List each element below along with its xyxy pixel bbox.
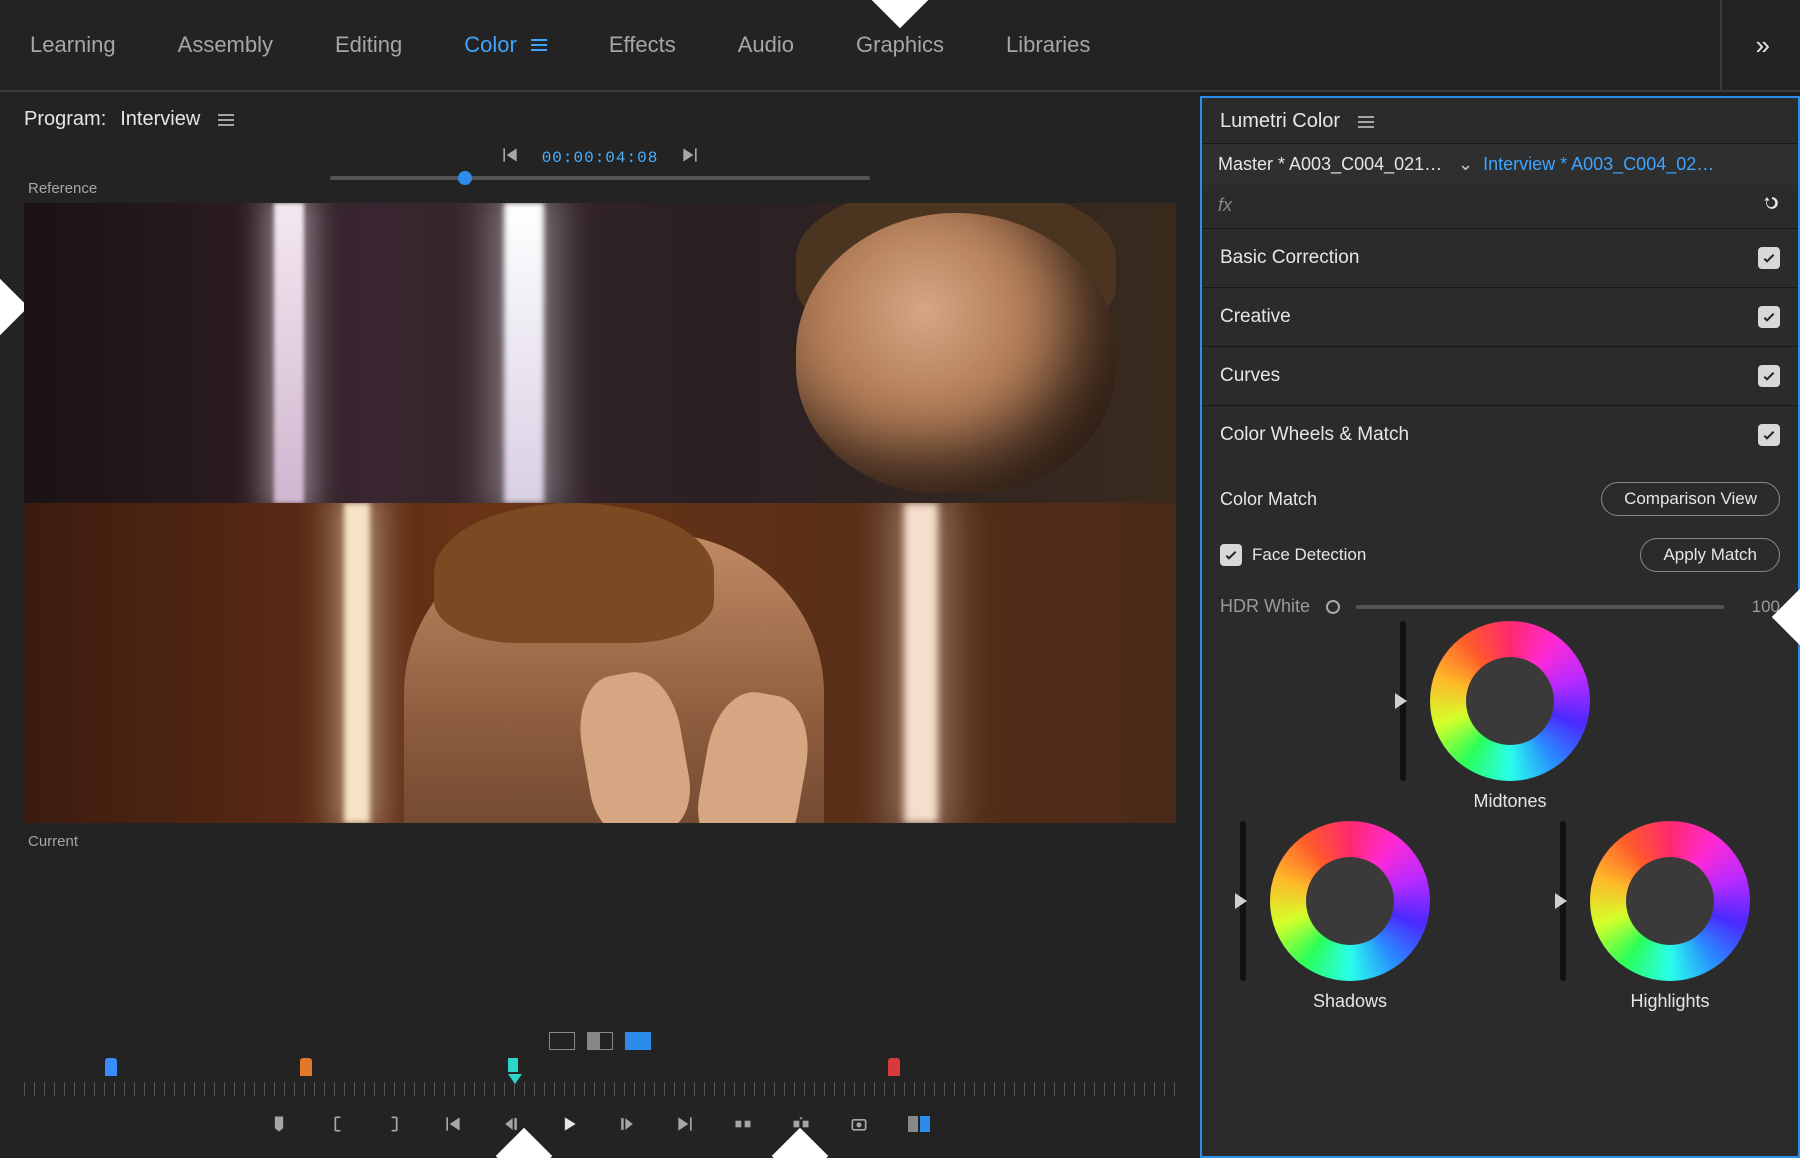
workspace-tab-audio[interactable]: Audio [738,32,794,58]
apply-match-button[interactable]: Apply Match [1640,538,1780,572]
export-frame-button[interactable] [847,1112,871,1136]
program-title-name: Interview [120,108,200,131]
fx-badge[interactable]: fx [1218,195,1232,216]
midtones-label: Midtones [1473,791,1546,812]
mark-out-icon[interactable] [383,1112,407,1136]
current-label: Current [0,823,1200,864]
clip-master-name[interactable]: Master * A003_C004_0213N1… [1218,154,1448,175]
transport-bar [0,1096,1200,1158]
hdr-white-slider[interactable] [1356,605,1724,609]
fx-row: fx [1202,185,1798,229]
comparison-view-button[interactable]: Comparison View [1601,482,1780,516]
section-creative[interactable]: Creative [1202,288,1798,347]
workspace-tab-graphics[interactable]: Graphics [856,32,944,58]
section-label: Curves [1220,365,1280,387]
face-detection-label: Face Detection [1252,545,1366,565]
midtones-wheel[interactable]: Midtones [1430,621,1590,812]
marker-orange[interactable] [300,1058,312,1076]
midtones-luma-slider[interactable] [1400,621,1406,781]
shadows-wheel[interactable]: Shadows [1270,821,1430,1012]
section-curves[interactable]: Curves [1202,347,1798,406]
lift-button[interactable] [731,1112,755,1136]
clip-sequence-name[interactable]: Interview * A003_C004_02… [1483,154,1782,175]
workspace-tab-libraries[interactable]: Libraries [1006,32,1090,58]
playhead-indicator[interactable] [508,1074,522,1084]
display-mode-toggles [0,1010,1200,1050]
section-color-wheels-match[interactable]: Color Wheels & Match [1202,406,1798,464]
reference-frame[interactable] [24,203,1176,503]
out-point-marker[interactable] [888,1058,900,1076]
section-label: Creative [1220,306,1291,328]
program-panel-header: Program: Interview [0,98,1200,141]
chevron-down-icon[interactable]: ⌄ [1458,154,1473,175]
drop-indicator-top [872,0,929,28]
highlights-wheel[interactable]: Highlights [1590,821,1750,1012]
scrub-playhead[interactable] [458,171,472,185]
workspace-tab-learning[interactable]: Learning [30,32,116,58]
drop-indicator-bottom-2 [772,1128,829,1158]
lumetri-color-panel: Lumetri Color Master * A003_C004_0213N1…… [1200,96,1800,1158]
section-label: Color Wheels & Match [1220,424,1409,446]
hdr-white-row: HDR White 100 [1220,584,1780,621]
marker-strip[interactable] [24,1058,1176,1082]
display-mode-outline-icon[interactable] [549,1032,575,1050]
display-mode-full-icon[interactable] [625,1032,651,1050]
panel-menu-icon[interactable] [1358,116,1374,128]
highlights-hue-wheel[interactable] [1590,821,1750,981]
highlights-luma-slider[interactable] [1560,821,1566,981]
play-button[interactable] [557,1112,581,1136]
hdr-white-label: HDR White [1220,596,1310,617]
add-marker-icon[interactable] [267,1112,291,1136]
midtones-hue-wheel[interactable] [1430,621,1590,781]
comparison-view-stack [24,203,1176,823]
go-to-out-button[interactable] [673,1112,697,1136]
section-label: Basic Correction [1220,247,1359,269]
workspace-tab-effects[interactable]: Effects [609,32,676,58]
timecode-display[interactable]: 00:00:04:08 [542,149,659,167]
workspace-overflow-button[interactable]: » [1720,0,1770,91]
scrub-controls: 00:00:04:08 [0,141,1200,176]
color-match-label: Color Match [1220,489,1317,510]
workspace-tab-assembly[interactable]: Assembly [178,32,273,58]
scrub-bar[interactable] [330,176,870,180]
highlights-label: Highlights [1630,991,1709,1012]
current-frame[interactable] [24,503,1176,823]
shadows-hue-wheel[interactable] [1270,821,1430,981]
clip-selector-row: Master * A003_C004_0213N1… ⌄ Interview *… [1202,144,1798,185]
section-toggle-checkbox[interactable] [1758,247,1780,269]
section-toggle-checkbox[interactable] [1758,365,1780,387]
program-monitor-panel: Program: Interview 00:00:04:08 Reference [0,92,1200,1158]
workspace-tab-editing[interactable]: Editing [335,32,402,58]
comparison-view-button[interactable] [905,1112,933,1136]
in-point-marker[interactable] [105,1058,117,1076]
shadows-label: Shadows [1313,991,1387,1012]
section-basic-correction[interactable]: Basic Correction [1202,229,1798,288]
display-mode-split-icon[interactable] [587,1032,613,1050]
reset-icon[interactable] [1762,193,1782,218]
go-to-in-icon[interactable] [500,145,520,170]
section-toggle-checkbox[interactable] [1758,306,1780,328]
workspace-bar: Learning Assembly Editing Color Effects … [0,0,1800,92]
step-fwd-button[interactable] [615,1112,639,1136]
mark-in-icon[interactable] [325,1112,349,1136]
panel-menu-icon[interactable] [218,114,234,126]
workspace-tab-color[interactable]: Color [464,32,547,58]
program-title-prefix: Program: [24,108,106,131]
time-ruler[interactable] [24,1082,1176,1096]
face-detection-checkbox[interactable] [1220,544,1242,566]
section-toggle-checkbox[interactable] [1758,424,1780,446]
color-wheels: Midtones Shadows Highlights [1220,621,1780,1041]
reference-label: Reference [0,180,1200,203]
lumetri-title: Lumetri Color [1220,110,1340,133]
workspace-menu-icon[interactable] [531,39,547,51]
color-match-block: Color Match Comparison View Face Detecti… [1202,464,1798,1061]
lumetri-panel-header: Lumetri Color [1202,98,1798,144]
go-to-in-button[interactable] [441,1112,465,1136]
go-to-out-icon[interactable] [680,145,700,170]
playhead-marker[interactable] [508,1058,518,1072]
shadows-luma-slider[interactable] [1240,821,1246,981]
hdr-white-knob[interactable] [1326,600,1340,614]
